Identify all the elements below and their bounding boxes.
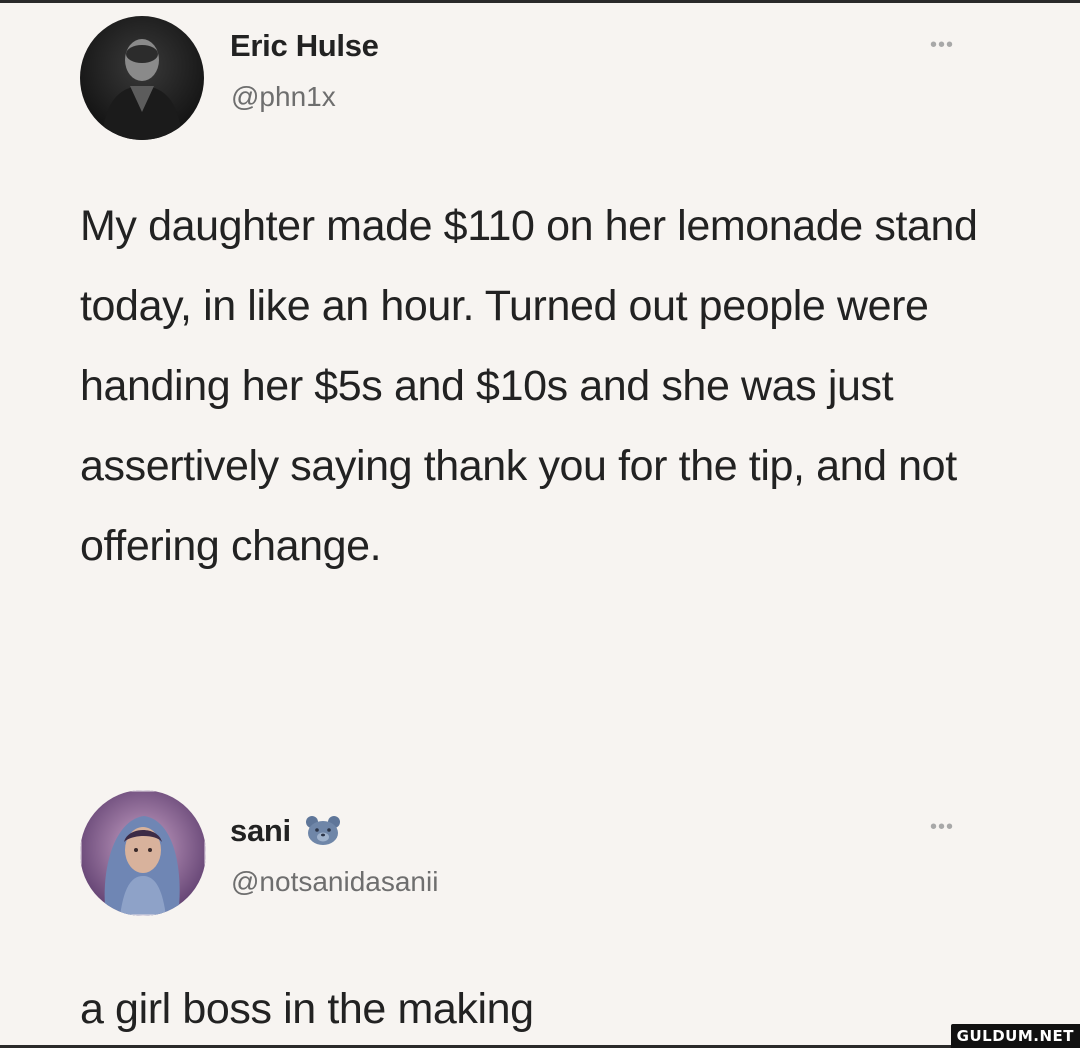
avatar-photo-icon <box>80 16 204 140</box>
avatar[interactable] <box>80 790 206 916</box>
display-name[interactable]: sani <box>230 813 343 849</box>
avatar-photo-icon <box>80 790 206 916</box>
avatar[interactable] <box>80 16 204 140</box>
display-name[interactable]: Eric Hulse <box>230 28 379 64</box>
bear-face-icon <box>305 816 340 845</box>
watermark: GULDUM.NET <box>950 1024 1080 1048</box>
top-border <box>0 0 1080 3</box>
tweet: Eric Hulse @phn1x ••• My daughter made $… <box>0 14 1080 734</box>
more-options-icon[interactable]: ••• <box>930 34 954 57</box>
display-name-text: sani <box>230 813 291 848</box>
reply-tweet: sani @notsanidasanii ••• a girl boss in … <box>0 782 1080 1048</box>
user-handle[interactable]: @notsanidasanii <box>231 866 438 898</box>
tweet-text: My daughter made $110 on her lemonade st… <box>80 202 978 570</box>
reply-text: a girl boss in the making <box>80 985 534 1033</box>
more-options-icon[interactable]: ••• <box>930 816 954 839</box>
user-handle[interactable]: @phn1x <box>231 81 336 113</box>
